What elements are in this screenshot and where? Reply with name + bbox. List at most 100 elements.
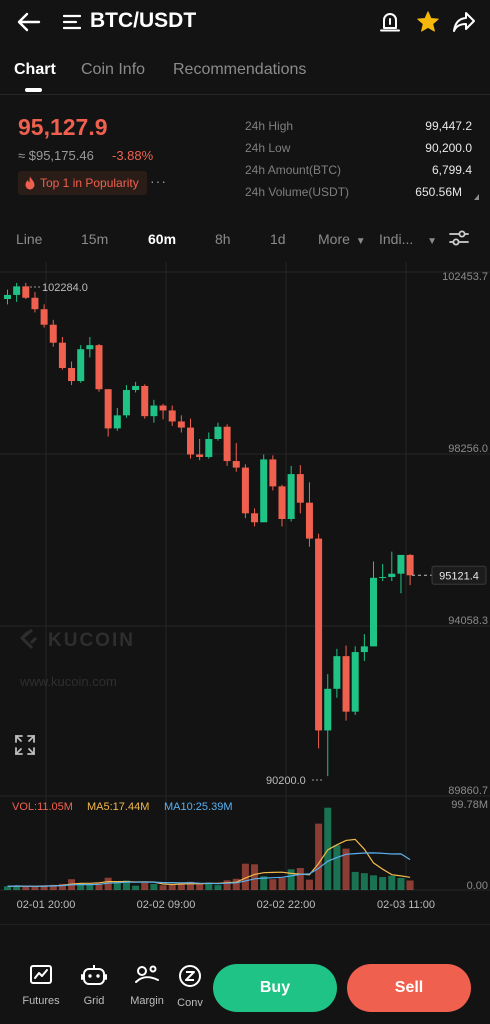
max-price-marker: 102284.0 <box>30 282 88 294</box>
caret-icon[interactable] <box>473 188 479 206</box>
active-tab-indicator <box>25 88 42 92</box>
candle-body <box>95 345 103 390</box>
grid-bot-icon <box>81 964 107 991</box>
interval-8h[interactable]: 8h <box>215 231 231 247</box>
nav-convert[interactable]: Conv <box>168 964 212 1009</box>
candle-body <box>187 427 194 455</box>
current-price-label: 95121.4 <box>439 570 479 582</box>
candle-body <box>122 390 130 416</box>
futures-chart-icon <box>29 964 53 991</box>
volume-bar <box>141 882 149 890</box>
share-icon[interactable] <box>451 10 477 34</box>
volume-bar <box>150 883 158 890</box>
candle-body <box>406 554 414 576</box>
chart-settings-icon[interactable] <box>448 229 470 252</box>
time-axis-label: 02-02 09:00 <box>137 899 196 911</box>
candle-body <box>159 405 167 411</box>
candlestick-chart[interactable]: KUCOIN www.kucoin.com 102453.7 98256.0 9… <box>0 262 490 922</box>
candle-body <box>4 294 11 300</box>
ma10-legend: MA10:25.39M <box>164 801 232 813</box>
volume-bar <box>278 877 286 890</box>
watermark-brand: KUCOIN <box>48 630 135 651</box>
candle-body <box>370 577 377 647</box>
candle-body <box>351 652 359 712</box>
current-price-line: 95121.4 <box>412 565 487 585</box>
margin-scale-icon <box>134 964 160 991</box>
buy-button[interactable]: Buy <box>213 964 337 1012</box>
candle-body <box>260 459 268 523</box>
time-axis-label: 02-02 22:00 <box>257 899 316 911</box>
interval-60m[interactable]: 60m <box>148 231 176 247</box>
volume-bar <box>22 886 30 890</box>
volume-bars <box>4 807 414 890</box>
volume-bar <box>296 868 304 890</box>
watermark: KUCOIN www.kucoin.com <box>19 628 135 689</box>
volume-bar <box>86 884 94 890</box>
candle-body <box>77 349 85 382</box>
volume-bar <box>168 884 176 890</box>
nav-label: Grid <box>83 995 105 1007</box>
tab-chart[interactable]: Chart <box>14 61 56 79</box>
back-arrow-icon[interactable] <box>14 8 44 36</box>
candle-body <box>22 286 30 298</box>
interval-line[interactable]: Line <box>16 231 42 247</box>
usd-price: ≈ $95,175.46 <box>18 148 94 163</box>
sell-button[interactable]: Sell <box>347 964 471 1012</box>
stat-value-amount: 6,799.4 <box>431 163 472 177</box>
volume-bar <box>159 885 167 890</box>
nav-label: Conv <box>177 997 203 1009</box>
candle-body <box>223 426 231 462</box>
volume-bar <box>388 875 396 890</box>
candles <box>4 282 414 777</box>
candle-body <box>324 688 332 731</box>
candle-body <box>305 502 313 539</box>
watermark-url: www.kucoin.com <box>19 674 117 689</box>
volume-bar <box>370 875 377 890</box>
price-axis-label: 102453.7 <box>442 271 488 283</box>
stat-label-low: 24h Low <box>245 141 291 155</box>
price-axis-label: 98256.0 <box>448 443 488 455</box>
volume-bar <box>287 869 295 890</box>
candle-body <box>31 297 39 310</box>
alert-bell-icon[interactable] <box>378 10 402 34</box>
tab-recommendations[interactable]: Recommendations <box>173 61 306 79</box>
pair-title[interactable]: BTC/USDT <box>90 9 196 33</box>
candle-body <box>397 554 405 574</box>
star-icon[interactable] <box>415 9 441 35</box>
popularity-badge[interactable]: Top 1 in Popularity <box>18 171 147 195</box>
divider <box>0 94 490 95</box>
time-axis-label: 02-03 11:00 <box>377 899 435 911</box>
nav-label: Futures <box>22 995 60 1007</box>
candle-body <box>168 410 176 422</box>
candle-body <box>13 286 21 295</box>
volume-bar <box>251 864 259 890</box>
candle-body <box>315 538 323 731</box>
change-percent: -3.88% <box>112 148 154 163</box>
candle-body <box>40 309 48 325</box>
volume-bar <box>379 877 387 890</box>
nav-futures[interactable]: Futures <box>16 964 66 1007</box>
stat-label-volume: 24h Volume(USDT) <box>245 185 350 199</box>
volume-max-label: 99.78M <box>451 799 488 811</box>
stat-value-low: 90,200.0 <box>425 141 472 155</box>
volume-bar <box>223 880 231 890</box>
nav-margin[interactable]: Margin <box>122 964 172 1007</box>
max-price-label: 102284.0 <box>42 282 88 294</box>
more-options-icon[interactable]: ··· <box>150 173 167 189</box>
dropdown-caret-icon: ▼ <box>355 236 366 247</box>
interval-1d[interactable]: 1d <box>270 231 286 247</box>
price-axis-label: 89860.7 <box>448 785 488 797</box>
tab-coin-info[interactable]: Coin Info <box>81 61 145 79</box>
volume-bar <box>31 886 39 890</box>
volume-bar <box>214 885 222 890</box>
popularity-label: Top 1 in Popularity <box>40 176 139 190</box>
candle-body <box>141 385 149 417</box>
indicators-dropdown[interactable]: Indi... ▼ <box>379 231 437 247</box>
nav-grid[interactable]: Grid <box>69 964 119 1007</box>
min-price-label: 90200.0 <box>266 775 306 787</box>
interval-15m[interactable]: 15m <box>81 231 108 247</box>
menu-icon[interactable] <box>62 12 82 32</box>
stat-value-volume[interactable]: 650.56M <box>415 185 462 199</box>
volume-bar <box>333 845 341 890</box>
interval-more-dropdown[interactable]: More ▼ <box>318 231 366 247</box>
